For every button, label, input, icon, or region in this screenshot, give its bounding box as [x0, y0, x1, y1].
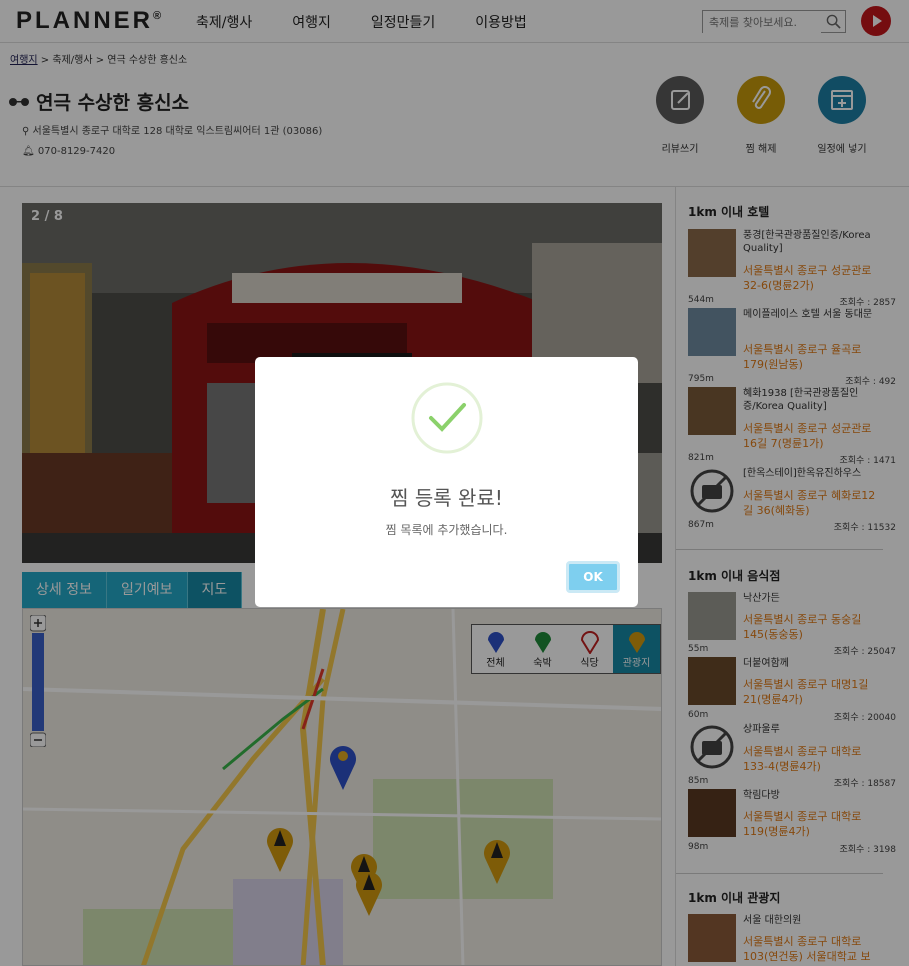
confirm-dialog: 찜 등록 완료! 찜 목록에 추가했습니다. OK — [255, 357, 638, 607]
success-check-icon — [411, 382, 483, 454]
dialog-message: 찜 목록에 추가했습니다. — [385, 523, 508, 537]
dialog-title: 찜 등록 완료! — [390, 486, 503, 510]
ok-button[interactable]: OK — [566, 561, 620, 593]
